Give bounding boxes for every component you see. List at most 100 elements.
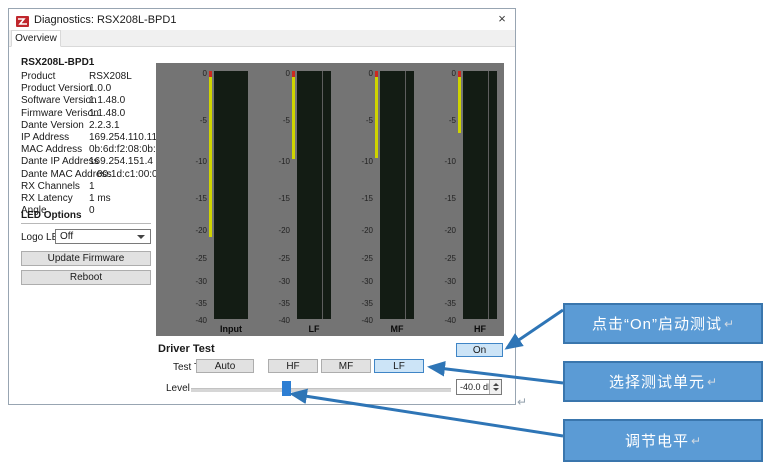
callout-text: 点击“On”启动测试 xyxy=(592,313,722,334)
logo-led-select[interactable]: Off xyxy=(55,229,151,244)
meter-tick-label: -35 xyxy=(426,300,456,308)
chevron-down-icon xyxy=(137,235,145,239)
return-mark: ↵ xyxy=(691,434,701,448)
meter-tick-label: -40 xyxy=(177,317,207,325)
meter-tick-label: -5 xyxy=(177,117,207,125)
return-mark: ↵ xyxy=(707,375,717,389)
meter-label-mf: MF xyxy=(372,324,422,334)
test-type-mf-button[interactable]: MF xyxy=(321,359,371,373)
meter-label-input: Input xyxy=(206,324,256,334)
meter-column-divider xyxy=(405,71,406,319)
info-row-label: Dante Version xyxy=(21,120,84,131)
info-row-value: 1.1.48.0 xyxy=(89,108,125,119)
meter-column-divider xyxy=(322,71,323,319)
divider xyxy=(21,223,151,224)
callout-text: 选择测试单元 xyxy=(609,371,705,392)
meter-tick-label: -35 xyxy=(260,300,290,308)
info-row-value: 1 xyxy=(89,181,95,192)
tab-overview[interactable]: Overview xyxy=(11,30,61,47)
level-meter-panel: 0-5-10-15-20-25-30-35-40Input0-5-10-15-2… xyxy=(156,63,504,336)
meter-tick-label: -30 xyxy=(343,278,373,286)
callout-adjust-level: 调节电平↵ xyxy=(563,419,763,462)
info-row-label: Software Version xyxy=(21,95,97,106)
title-bar[interactable]: Diagnostics: RSX208L-BPD1 xyxy=(9,9,515,30)
meter-tick-label: -25 xyxy=(343,255,373,263)
meter-tick-label: -15 xyxy=(260,195,290,203)
meter-column-mf xyxy=(380,71,414,319)
reboot-button[interactable]: Reboot xyxy=(21,270,151,285)
spin-up-icon[interactable] xyxy=(493,383,499,386)
info-row-value: RSX208L xyxy=(89,71,132,82)
meter-tick-label: -10 xyxy=(177,158,207,166)
info-row-label: MAC Address xyxy=(21,144,82,155)
app-icon xyxy=(16,14,29,25)
meter-label-lf: LF xyxy=(289,324,339,334)
meter-tick-label: -40 xyxy=(260,317,290,325)
meter-tick-label: -20 xyxy=(343,227,373,235)
callout-start-test: 点击“On”启动测试↵ xyxy=(563,303,763,344)
meter-tick-label: -10 xyxy=(260,158,290,166)
meter-tick-label: -10 xyxy=(426,158,456,166)
info-row-label: IP Address xyxy=(21,132,69,143)
driver-test-header: Driver Test xyxy=(158,343,215,355)
level-slider-track[interactable] xyxy=(191,388,451,392)
logo-led-value: Off xyxy=(60,231,73,242)
test-type-hf-button[interactable]: HF xyxy=(268,359,318,373)
meter-level-bar xyxy=(375,77,378,158)
meter-tick-label: -25 xyxy=(260,255,290,263)
meter-tick-label: -25 xyxy=(426,255,456,263)
meter-tick-label: -25 xyxy=(177,255,207,263)
info-row-label: RX Latency xyxy=(21,193,73,204)
diagnostics-dialog: Diagnostics: RSX208L-BPD1 × Overview RSX… xyxy=(8,8,516,405)
meter-tick-label: -35 xyxy=(177,300,207,308)
meter-tick-label: 0 xyxy=(260,70,290,78)
info-row-value: 1.0.0 xyxy=(89,83,111,94)
return-mark: ↵ xyxy=(724,317,734,331)
info-row-value: 2.2.3.1 xyxy=(89,120,120,131)
meter-tick-label: -30 xyxy=(426,278,456,286)
info-row-value: 1 ms xyxy=(89,193,111,204)
page: Diagnostics: RSX208L-BPD1 × Overview RSX… xyxy=(0,0,770,469)
callout-text: 调节电平 xyxy=(625,430,689,451)
meter-tick-label: -30 xyxy=(260,278,290,286)
level-spinbox[interactable]: -40.0 dB xyxy=(456,379,502,395)
tab-strip: Overview xyxy=(9,30,515,47)
info-row-label: Dante IP Address xyxy=(21,156,99,167)
meter-level-bar xyxy=(209,77,212,237)
test-type-auto-button[interactable]: Auto xyxy=(196,359,254,373)
info-row-value: 0 xyxy=(89,205,95,216)
spin-down-icon[interactable] xyxy=(493,388,499,391)
info-row-value: 169.254.151.4 xyxy=(89,156,153,167)
led-options-header: LED Options xyxy=(21,210,82,221)
meter-column-hf xyxy=(463,71,497,319)
test-type-lf-button[interactable]: LF xyxy=(374,359,424,373)
level-slider[interactable] xyxy=(282,381,291,396)
update-firmware-button[interactable]: Update Firmware xyxy=(21,251,151,266)
info-row-label: RX Channels xyxy=(21,181,80,192)
info-row-value: 1.1.48.0 xyxy=(89,95,125,106)
return-mark: ↵ xyxy=(517,395,527,409)
info-row-label: Product xyxy=(21,71,55,82)
meter-tick-label: -15 xyxy=(426,195,456,203)
spinner-buttons[interactable] xyxy=(489,380,501,394)
meter-level-bar xyxy=(458,77,461,133)
meter-tick-label: -20 xyxy=(426,227,456,235)
device-name: RSX208L-BPD1 xyxy=(21,57,94,68)
meter-column-input xyxy=(214,71,248,319)
meter-column-lf xyxy=(297,71,331,319)
window-title: Diagnostics: RSX208L-BPD1 xyxy=(34,14,176,26)
meter-tick-label: -30 xyxy=(177,278,207,286)
meter-tick-label: -40 xyxy=(343,317,373,325)
meter-tick-label: -10 xyxy=(343,158,373,166)
on-button[interactable]: On xyxy=(456,343,503,357)
level-label: Level xyxy=(166,383,190,394)
callout-select-unit: 选择测试单元↵ xyxy=(563,361,763,402)
meter-tick-label: -5 xyxy=(260,117,290,125)
close-icon[interactable]: × xyxy=(495,12,509,26)
meter-tick-label: -35 xyxy=(343,300,373,308)
info-row-value: 169.254.110.11 xyxy=(89,132,157,143)
info-row-label: Firmware Verison xyxy=(21,108,99,119)
meter-tick-label: -5 xyxy=(343,117,373,125)
meter-tick-label: -40 xyxy=(426,317,456,325)
meter-tick-label: 0 xyxy=(177,70,207,78)
